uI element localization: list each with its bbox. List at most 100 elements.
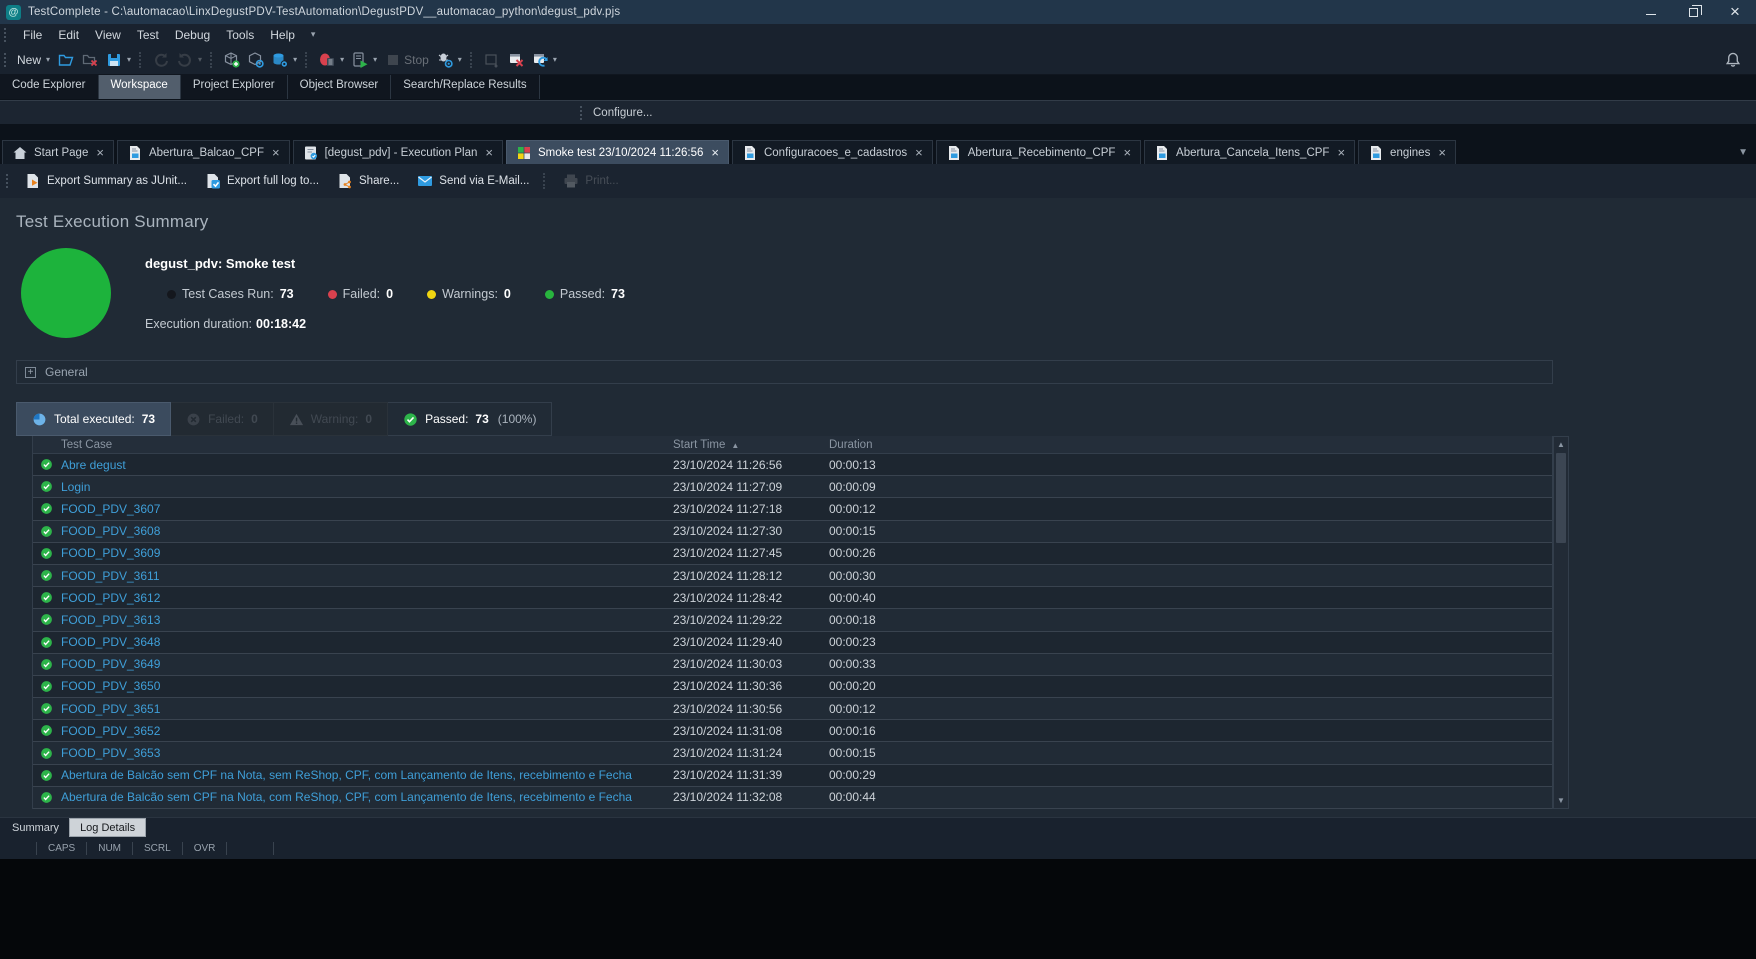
close-icon[interactable] — [96, 148, 104, 158]
bottom-tab-summary[interactable]: Summary — [2, 818, 69, 837]
menu-item[interactable]: View — [87, 26, 129, 44]
test-case-link[interactable]: FOOD_PDV_3653 — [61, 746, 673, 760]
restore-layout-button[interactable] — [528, 49, 561, 71]
doc-tab-abertura-recebimento[interactable]: Abertura_Recebimento_CPF — [936, 140, 1141, 164]
doc-tab-configuracoes[interactable]: Configuracoes_e_cadastros — [732, 140, 933, 164]
Abertura de Balcão sem CPF na Nota, com ReShop, CPF, com Lançamento de Itens, recebimento e Fecha[interactable]: Abertura de Balcão sem CPF na Nota, com … — [33, 787, 1552, 809]
doc-tab-abertura-balcao-cpf[interactable]: Abertura_Balcao_CPF — [117, 140, 290, 164]
close-icon[interactable] — [272, 148, 280, 158]
drag-grip[interactable] — [4, 28, 9, 42]
FOOD_PDV_3653[interactable]: FOOD_PDV_365323/10/2024 11:31:2400:00:15 — [33, 742, 1552, 764]
test-case-link[interactable]: Abertura de Balcão sem CPF na Nota, sem … — [61, 768, 673, 782]
open-project-button[interactable] — [54, 49, 78, 71]
FOOD_PDV_3652[interactable]: FOOD_PDV_365223/10/2024 11:31:0800:00:16 — [33, 720, 1552, 742]
FOOD_PDV_3609[interactable]: FOOD_PDV_360923/10/2024 11:27:4500:00:26 — [33, 543, 1552, 565]
close-window-button[interactable] — [504, 49, 528, 71]
print-button[interactable]: Print... — [555, 169, 626, 193]
FOOD_PDV_3613[interactable]: FOOD_PDV_361323/10/2024 11:29:2200:00:18 — [33, 609, 1552, 631]
notifications-bell-icon[interactable] — [1724, 51, 1742, 69]
FOOD_PDV_3650[interactable]: FOOD_PDV_365023/10/2024 11:30:3600:00:20 — [33, 676, 1552, 698]
filter-tab-failed[interactable]: Failed:0 — [171, 402, 274, 436]
FOOD_PDV_3612[interactable]: FOOD_PDV_361223/10/2024 11:28:4200:00:40 — [33, 587, 1552, 609]
run-button[interactable] — [348, 49, 381, 71]
share-button[interactable]: Share... — [329, 169, 407, 193]
general-section-header[interactable]: General — [16, 360, 1553, 384]
panel-tab-code-explorer[interactable]: Code Explorer — [0, 75, 99, 99]
test-case-link[interactable]: FOOD_PDV_3613 — [61, 613, 673, 627]
close-icon[interactable] — [711, 148, 719, 158]
panel-tab-search-replace[interactable]: Search/Replace Results — [391, 75, 539, 99]
debug-button[interactable] — [433, 49, 466, 71]
doc-tab-engines[interactable]: engines — [1358, 140, 1456, 164]
menu-item[interactable]: Debug — [167, 26, 218, 44]
close-project-button[interactable] — [78, 49, 102, 71]
Abertura de Balcão sem CPF na Nota, sem ReShop, CPF, com Lançamento de Itens, recebimento e Fecha[interactable]: Abertura de Balcão sem CPF na Nota, sem … — [33, 765, 1552, 787]
bottom-tab-log-details[interactable]: Log Details — [69, 818, 146, 837]
test-case-link[interactable]: Abertura de Balcão sem CPF na Nota, com … — [61, 790, 673, 804]
column-test-case[interactable]: Test Case — [61, 439, 673, 451]
scrollbar-thumb[interactable] — [1556, 453, 1566, 543]
panel-tab-project-explorer[interactable]: Project Explorer — [181, 75, 288, 99]
column-start-time[interactable]: Start Time — [673, 439, 829, 451]
menu-item[interactable]: Tools — [218, 26, 262, 44]
close-icon[interactable] — [1123, 148, 1131, 158]
tab-overflow-icon[interactable] — [1738, 147, 1748, 158]
menu-item[interactable]: Edit — [50, 26, 87, 44]
test-case-link[interactable]: FOOD_PDV_3648 — [61, 635, 673, 649]
panel-tab-workspace[interactable]: Workspace — [99, 75, 181, 99]
test-case-link[interactable]: FOOD_PDV_3607 — [61, 502, 673, 516]
test-case-link[interactable]: FOOD_PDV_3612 — [61, 591, 673, 605]
new-window-button[interactable] — [480, 49, 504, 71]
test-case-link[interactable]: FOOD_PDV_3652 — [61, 724, 673, 738]
drag-grip[interactable] — [580, 106, 585, 120]
close-icon[interactable] — [915, 148, 923, 158]
doc-tab-abertura-cancela-itens[interactable]: Abertura_Cancela_Itens_CPF — [1144, 140, 1355, 164]
Abre degust[interactable]: Abre degust23/10/2024 11:26:5600:00:13 — [33, 454, 1552, 476]
test-case-link[interactable]: FOOD_PDV_3609 — [61, 546, 673, 560]
menu-overflow-icon[interactable] — [305, 29, 322, 40]
doc-tab-start-page[interactable]: Start Page — [2, 140, 114, 164]
Login[interactable]: Login23/10/2024 11:27:0900:00:09 — [33, 476, 1552, 498]
column-duration[interactable]: Duration — [829, 439, 1536, 451]
restore-button[interactable] — [1672, 0, 1714, 24]
export-log-button[interactable]: Export full log to... — [197, 169, 327, 193]
menu-item[interactable]: File — [15, 26, 50, 44]
close-icon[interactable] — [1438, 148, 1446, 158]
redo-button[interactable] — [173, 49, 206, 71]
filter-tab-total[interactable]: Total executed:73 — [16, 402, 171, 436]
test-case-link[interactable]: FOOD_PDV_3608 — [61, 524, 673, 538]
test-case-link[interactable]: Abre degust — [61, 458, 673, 472]
new-button[interactable]: New — [13, 50, 54, 70]
undo-button[interactable] — [149, 49, 173, 71]
scroll-up-icon[interactable] — [1554, 437, 1568, 452]
doc-tab-smoke-test[interactable]: Smoke test 23/10/2024 11:26:56 — [506, 140, 729, 164]
table-scrollbar[interactable] — [1553, 436, 1569, 809]
drag-grip[interactable] — [6, 174, 11, 188]
FOOD_PDV_3607[interactable]: FOOD_PDV_360723/10/2024 11:27:1800:00:12 — [33, 498, 1552, 520]
record-button[interactable] — [315, 49, 348, 71]
test-case-link[interactable]: FOOD_PDV_3650 — [61, 679, 673, 693]
FOOD_PDV_3608[interactable]: FOOD_PDV_360823/10/2024 11:27:3000:00:15 — [33, 521, 1552, 543]
FOOD_PDV_3651[interactable]: FOOD_PDV_365123/10/2024 11:30:5600:00:12 — [33, 698, 1552, 720]
export-junit-button[interactable]: Export Summary as JUnit... — [17, 169, 195, 193]
close-icon[interactable] — [485, 148, 493, 158]
test-case-link[interactable]: FOOD_PDV_3651 — [61, 702, 673, 716]
data-operations-button[interactable] — [268, 49, 301, 71]
scroll-down-icon[interactable] — [1554, 793, 1568, 808]
FOOD_PDV_3649[interactable]: FOOD_PDV_364923/10/2024 11:30:0300:00:33 — [33, 654, 1552, 676]
test-case-link[interactable]: FOOD_PDV_3649 — [61, 657, 673, 671]
add-object-button[interactable] — [220, 49, 244, 71]
menu-item[interactable]: Help — [262, 26, 303, 44]
expand-icon[interactable] — [25, 367, 36, 378]
close-button[interactable] — [1714, 0, 1756, 24]
drag-grip[interactable] — [4, 53, 9, 67]
filter-tab-passed[interactable]: Passed:73(100%) — [388, 402, 552, 436]
configure-button[interactable]: Configure... — [593, 107, 652, 119]
doc-tab-execution-plan[interactable]: [degust_pdv] - Execution Plan — [293, 140, 503, 164]
test-case-link[interactable]: Login — [61, 480, 673, 494]
FOOD_PDV_3611[interactable]: FOOD_PDV_361123/10/2024 11:28:1200:00:30 — [33, 565, 1552, 587]
menu-item[interactable]: Test — [129, 26, 167, 44]
panel-tab-object-browser[interactable]: Object Browser — [288, 75, 392, 99]
FOOD_PDV_3648[interactable]: FOOD_PDV_364823/10/2024 11:29:4000:00:23 — [33, 632, 1552, 654]
filter-tab-warning[interactable]: Warning:0 — [274, 402, 388, 436]
